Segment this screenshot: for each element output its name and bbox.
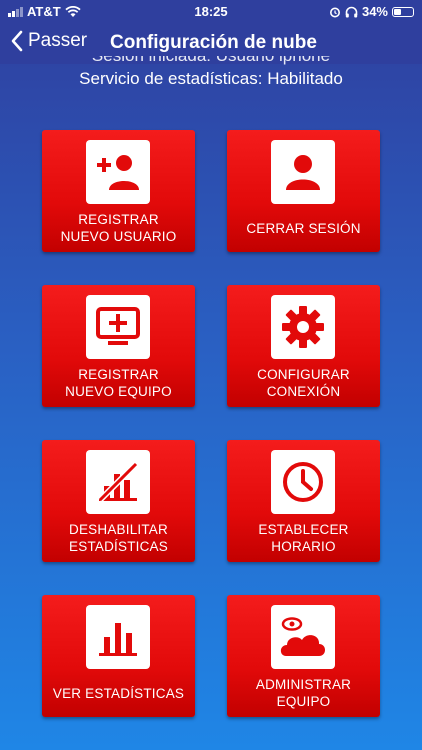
battery-percent: 34% — [361, 4, 388, 19]
logout-button[interactable]: CERRAR SESIÓN — [227, 130, 380, 252]
status-bar: AT&T 18:25 34% — [0, 0, 422, 24]
gear-icon — [282, 306, 324, 348]
session-info: Sesión iniciada: Usuario iphone Servicio… — [0, 56, 422, 90]
alarm-icon — [329, 7, 340, 17]
tile-icon-box — [271, 605, 335, 669]
tile-label: CONFIGURAR CONEXIÓN — [257, 367, 350, 399]
cloud-device-icon — [280, 617, 325, 656]
tile-icon-box — [86, 605, 150, 669]
tile-label: DESHABILITAR ESTADÍSTICAS — [69, 522, 168, 554]
user-icon — [286, 155, 320, 190]
tile-label: ESTABLECER HORARIO — [258, 522, 349, 554]
manage-device-button[interactable]: ADMINISTRAR EQUIPO — [227, 595, 380, 717]
battery-icon — [392, 6, 414, 17]
headphones-icon — [345, 6, 358, 17]
register-device-button[interactable]: REGISTRAR NUEVO EQUIPO — [42, 285, 195, 407]
page-title: Configuración de nube — [110, 32, 317, 53]
tile-icon-box — [271, 140, 335, 204]
view-stats-button[interactable]: VER ESTADÍSTICAS — [42, 595, 195, 717]
battery-fill — [394, 8, 401, 15]
add-device-icon — [96, 307, 140, 345]
back-label: Passer — [28, 30, 88, 51]
set-schedule-button[interactable]: ESTABLECER HORARIO — [227, 440, 380, 562]
back-button[interactable]: Passer — [10, 30, 87, 52]
tile-label: REGISTRAR NUEVO USUARIO — [60, 212, 177, 244]
clock-icon — [283, 462, 323, 502]
tile-icon-box — [86, 140, 150, 204]
configure-connection-button[interactable]: CONFIGURAR CONEXIÓN — [227, 285, 380, 407]
tile-label: CERRAR SESIÓN — [246, 220, 361, 236]
chevron-left-icon — [11, 30, 23, 52]
add-user-icon — [97, 155, 139, 190]
stats-status-text: Servicio de estadísticas: Habilitado — [79, 69, 343, 88]
tile-label: ADMINISTRAR EQUIPO — [255, 677, 352, 709]
disable-stats-icon — [97, 461, 139, 503]
tile-icon-box — [271, 450, 335, 514]
tile-label: REGISTRAR NUEVO EQUIPO — [65, 367, 172, 399]
bar-chart-icon — [99, 623, 137, 656]
session-user-text: Sesión iniciada: Usuario iphone — [0, 56, 422, 68]
tile-icon-box — [86, 295, 150, 359]
status-right: 34% — [329, 4, 414, 19]
register-user-button[interactable]: REGISTRAR NUEVO USUARIO — [42, 130, 195, 252]
tile-icon-box — [271, 295, 335, 359]
tile-label: VER ESTADÍSTICAS — [52, 685, 185, 701]
tile-icon-box — [86, 450, 150, 514]
disable-stats-button[interactable]: DESHABILITAR ESTADÍSTICAS — [42, 440, 195, 562]
